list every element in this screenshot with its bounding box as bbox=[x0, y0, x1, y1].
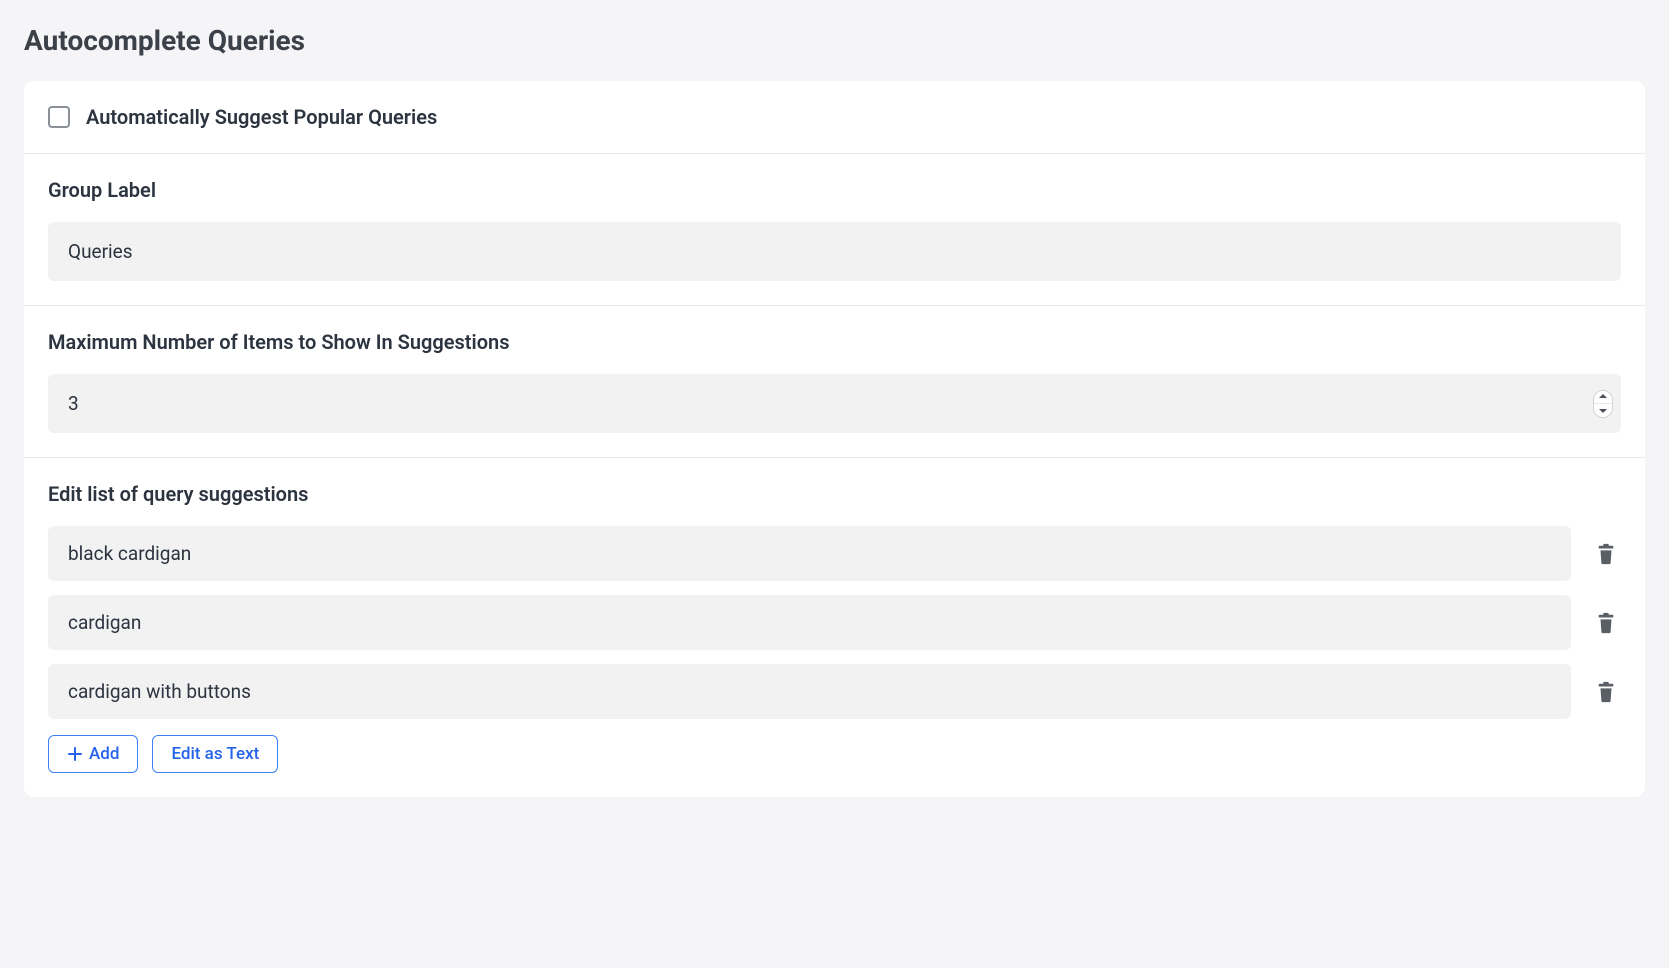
suggestion-row bbox=[48, 595, 1621, 650]
suggestions-button-row: Add Edit as Text bbox=[48, 735, 1621, 773]
suggestion-input[interactable] bbox=[48, 595, 1571, 650]
add-button-label: Add bbox=[89, 744, 119, 764]
suggestion-row bbox=[48, 526, 1621, 581]
auto-suggest-checkbox[interactable] bbox=[48, 106, 70, 128]
max-items-section: Maximum Number of Items to Show In Sugge… bbox=[24, 306, 1645, 458]
add-button[interactable]: Add bbox=[48, 735, 138, 773]
suggestions-section: Edit list of query suggestions bbox=[24, 458, 1645, 797]
trash-icon bbox=[1595, 680, 1617, 704]
suggestion-input[interactable] bbox=[48, 526, 1571, 581]
chevron-up-icon bbox=[1599, 394, 1607, 399]
group-label-section: Group Label bbox=[24, 154, 1645, 306]
auto-suggest-label: Automatically Suggest Popular Queries bbox=[86, 105, 437, 129]
plus-icon bbox=[67, 746, 83, 762]
suggestions-label: Edit list of query suggestions bbox=[48, 482, 1621, 506]
max-items-input[interactable] bbox=[48, 374, 1621, 433]
page-title: Autocomplete Queries bbox=[24, 24, 1645, 57]
suggestion-input[interactable] bbox=[48, 664, 1571, 719]
auto-suggest-section: Automatically Suggest Popular Queries bbox=[24, 81, 1645, 154]
spinner-up-button[interactable] bbox=[1594, 391, 1612, 404]
suggestion-row bbox=[48, 664, 1621, 719]
chevron-down-icon bbox=[1599, 408, 1607, 413]
edit-as-text-label: Edit as Text bbox=[171, 744, 259, 764]
number-spinner bbox=[1593, 390, 1613, 418]
group-label-input[interactable] bbox=[48, 222, 1621, 281]
delete-suggestion-button[interactable] bbox=[1591, 676, 1621, 708]
max-items-wrap bbox=[48, 374, 1621, 433]
delete-suggestion-button[interactable] bbox=[1591, 538, 1621, 570]
max-items-label: Maximum Number of Items to Show In Sugge… bbox=[48, 330, 1621, 354]
trash-icon bbox=[1595, 542, 1617, 566]
edit-as-text-button[interactable]: Edit as Text bbox=[152, 735, 278, 773]
delete-suggestion-button[interactable] bbox=[1591, 607, 1621, 639]
settings-card: Automatically Suggest Popular Queries Gr… bbox=[24, 81, 1645, 797]
group-label-label: Group Label bbox=[48, 178, 1621, 202]
trash-icon bbox=[1595, 611, 1617, 635]
auto-suggest-row: Automatically Suggest Popular Queries bbox=[48, 105, 1621, 129]
spinner-down-button[interactable] bbox=[1594, 404, 1612, 417]
